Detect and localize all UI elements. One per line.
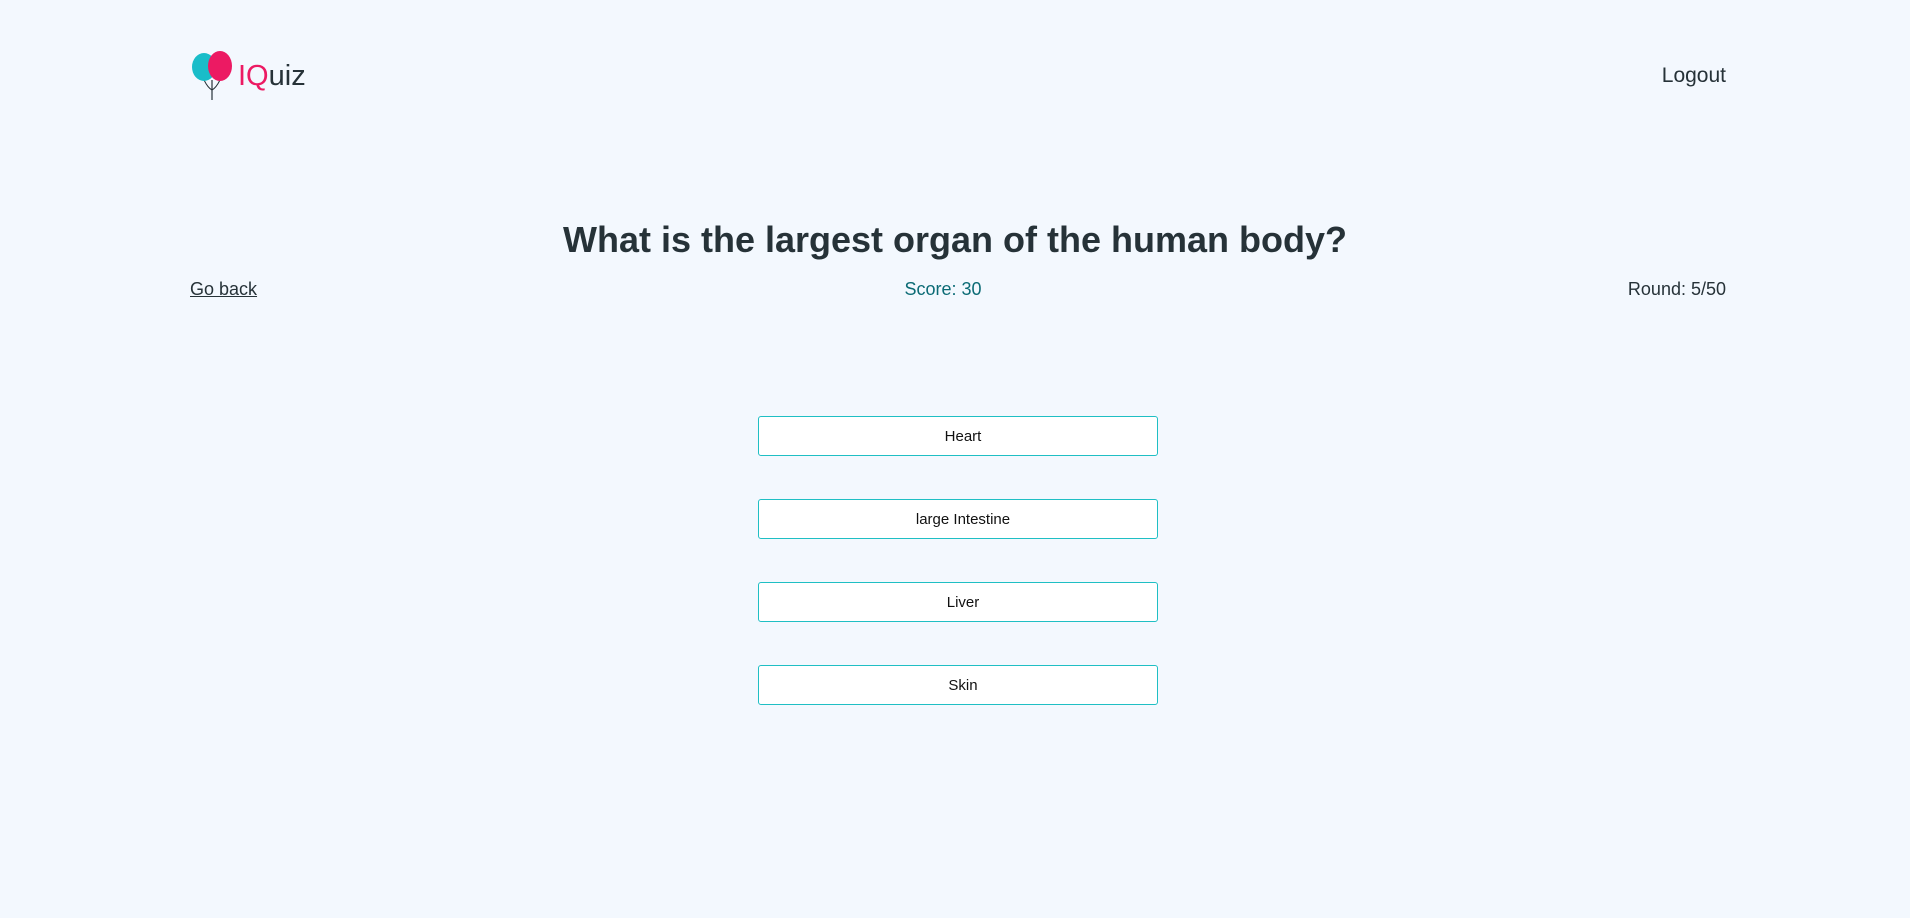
brand-name-accent: IQ xyxy=(238,59,269,92)
brand-logo-link[interactable]: IQuiz xyxy=(190,50,306,102)
brand-name-rest: uiz xyxy=(268,59,306,92)
balloons-icon xyxy=(192,51,232,100)
top-header: IQuiz Logout xyxy=(190,50,1726,102)
brand-name: IQuiz xyxy=(238,59,306,92)
go-back-link[interactable]: Go back xyxy=(190,279,257,300)
logout-link[interactable]: Logout xyxy=(1662,64,1726,88)
quiz-page: IQuiz Logout What is the largest organ o… xyxy=(0,0,1910,918)
quiz-stats-row: Go back Score: 30 Round: 5/50 xyxy=(190,276,1726,302)
round-display: Round: 5/50 xyxy=(1627,278,1726,299)
answer-button-large-intestine[interactable]: large Intestine xyxy=(758,499,1158,539)
answer-button-heart[interactable]: Heart xyxy=(758,416,1158,456)
question-title: What is the largest organ of the human b… xyxy=(562,219,1348,260)
answer-button-liver[interactable]: Liver xyxy=(758,582,1158,622)
answer-options: Heart large Intestine Liver Skin xyxy=(758,416,1158,705)
score-display: Score: 30 xyxy=(904,278,982,299)
answer-button-skin[interactable]: Skin xyxy=(758,665,1158,705)
